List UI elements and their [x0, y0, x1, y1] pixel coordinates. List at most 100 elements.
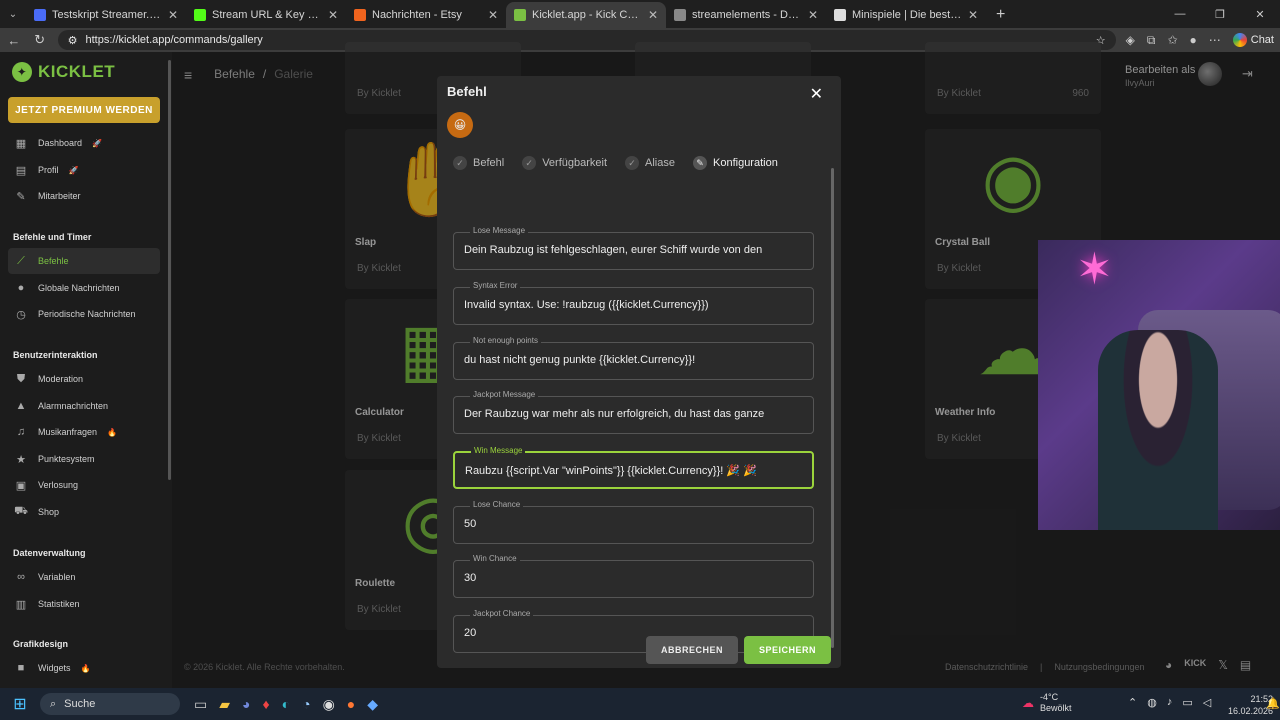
weather-widget[interactable]: ☁ -4°C Bewölkt — [1022, 692, 1072, 714]
profile-avatar-icon[interactable]: ● — [1190, 33, 1197, 47]
sidebar-item-musikanfragen[interactable]: ♫ Musikanfragen 🔥 — [8, 419, 160, 445]
field-not-enough-points[interactable]: Not enough points du hast nicht genug pun… — [453, 336, 814, 380]
sidebar-item-profil[interactable]: ▤ Profil 🚀 — [8, 157, 160, 183]
step-konfiguration[interactable]: ✎ Konfiguration — [693, 156, 778, 170]
pencil-icon: ✎ — [693, 156, 707, 170]
streamer — [1098, 330, 1218, 530]
streamerbot-icon[interactable]: ◆ — [367, 696, 378, 713]
sidebar-item-befehle[interactable]: ⟋ Befehle — [8, 248, 160, 274]
sidebar-item-globale-nachrichten[interactable]: ● Globale Nachrichten — [8, 275, 160, 301]
discord-app-icon[interactable]: ◕ — [242, 696, 250, 713]
reload-icon[interactable]: ↻ — [32, 32, 48, 48]
taskbar-search[interactable]: ⌕ Suche — [40, 693, 180, 715]
browser-tab[interactable]: Testskript Streamer.bot Kick ✕ — [26, 2, 186, 28]
emoji-icon[interactable]: 😀 — [447, 112, 473, 138]
stepper: ✓ Befehl ✓ Verfügbarkeit ✓ Aliase ✎ Konfigurati… — [453, 156, 778, 170]
step-befehl[interactable]: ✓ Befehl — [453, 156, 504, 170]
display-icon[interactable]: ▭ — [1182, 696, 1192, 709]
sidebar-item-alarmnachrichten[interactable]: ▲ Alarmnachrichten — [8, 393, 160, 419]
close-icon[interactable]: ✕ — [810, 84, 823, 104]
firefox-icon[interactable]: ● — [347, 696, 355, 713]
browser-tab[interactable]: Minispiele | Die beste Software zu ✕ — [826, 2, 986, 28]
field-lose-chance[interactable]: Lose Chance 50 — [453, 500, 814, 544]
kicklet-logo[interactable]: ✦ KICKLET — [12, 62, 115, 82]
tab-search-chevron-icon[interactable]: ⌄ — [0, 0, 26, 28]
field-win-chance[interactable]: Win Chance 30 — [453, 554, 814, 598]
field-jackpot-message[interactable]: Jackpot Message Der Raubzug war mehr als … — [453, 390, 814, 434]
field-syntax-error[interactable]: Syntax Error Invalid syntax. Use: !raubzu… — [453, 281, 814, 325]
edge-icon[interactable]: ◐ — [282, 696, 290, 713]
sidebar-item-verlosung[interactable]: ▣ Verlosung — [8, 472, 160, 498]
tab-close-icon[interactable]: ✕ — [168, 8, 178, 22]
save-button[interactable]: SPEICHERN — [744, 636, 831, 664]
sidebar-item-variablen[interactable]: ∞ Variablen — [8, 564, 160, 590]
more-icon[interactable]: ⋯ — [1209, 33, 1221, 47]
browser-tab[interactable]: Nachrichten - Etsy ✕ — [346, 2, 506, 28]
sidebar-item-shop[interactable]: ⛟ Shop — [8, 499, 160, 525]
browser-tab[interactable]: Stream URL & Key - Kick Dashboa ✕ — [186, 2, 346, 28]
sidebar-scrollbar[interactable] — [168, 60, 171, 480]
cancel-button[interactable]: ABBRECHEN — [646, 636, 738, 664]
step-label: Konfiguration — [713, 157, 778, 169]
tray-app-icon[interactable]: ◍ — [1147, 696, 1157, 709]
back-icon[interactable]: ← — [6, 33, 22, 48]
modal-scrollbar[interactable] — [831, 168, 834, 648]
staff-icon: ✎ — [16, 190, 26, 203]
field-value[interactable]: Raubzu {{script.Var "winPoints"}} {{kick… — [465, 464, 805, 477]
tab-close-icon[interactable]: ✕ — [968, 8, 978, 22]
sidebar-item-widgets[interactable]: ■ Widgets 🔥 — [8, 655, 160, 681]
neon-pentagram-icon: ✶ — [1076, 245, 1113, 294]
step-verfügbarkeit[interactable]: ✓ Verfügbarkeit — [522, 156, 607, 170]
steam-icon[interactable]: ◔ — [302, 696, 310, 713]
extension-icon[interactable]: ◈ — [1126, 33, 1135, 47]
field-value[interactable]: Dein Raubzug ist fehlgeschlagen, eurer S… — [464, 244, 804, 256]
sidebar-item-punktesystem[interactable]: ★ Punktesystem — [8, 446, 160, 472]
new-tab-button[interactable]: + — [986, 2, 1015, 28]
tab-close-icon[interactable]: ✕ — [488, 8, 498, 22]
task-view-icon[interactable]: ▭ — [194, 696, 207, 713]
puzzle-icon[interactable]: ⧉ — [1147, 33, 1156, 48]
pin-app-icon[interactable]: ♦ — [262, 696, 269, 713]
sidebar-item-periodische-nachrichten[interactable]: ◷ Periodische Nachrichten — [8, 301, 160, 327]
mic-icon[interactable]: ♪ — [1167, 696, 1173, 709]
explorer-icon[interactable]: ▰ — [219, 696, 230, 713]
sidebar-item-label: Shop — [38, 507, 60, 517]
field-label: Win Chance — [470, 554, 520, 563]
logo-mark-icon: ✦ — [12, 62, 32, 82]
tray-chevron-icon[interactable]: ⌃ — [1128, 696, 1137, 709]
close-window-icon[interactable]: ✕ — [1240, 0, 1280, 28]
dashboard-icon: ▦ — [15, 137, 27, 150]
field-lose-message[interactable]: Lose Message Dein Raubzug ist fehlgeschla… — [453, 226, 814, 270]
tab-title: Minispiele | Die beste Software zu — [852, 9, 962, 21]
notification-bell-icon[interactable]: 🔔 — [1266, 697, 1280, 710]
sidebar-item-moderation[interactable]: ⛊ Moderation — [8, 366, 160, 392]
favorites-icon[interactable]: ✩ — [1167, 33, 1177, 47]
chat-button[interactable]: Chat — [1232, 33, 1274, 47]
browser-tab[interactable]: Kicklet.app - Kick Commands ✕ — [506, 2, 666, 28]
alert-icon: ▲ — [15, 400, 27, 412]
field-value[interactable]: Der Raubzug war mehr als nur erfolgreich… — [464, 408, 804, 420]
volume-icon[interactable]: ◁ — [1203, 696, 1211, 709]
obs-icon[interactable]: ◉ — [323, 696, 335, 713]
sidebar-item-statistiken[interactable]: ▥ Statistiken — [8, 591, 160, 617]
field-value[interactable]: du hast nicht genug punkte {{kicklet.Cur… — [464, 354, 804, 366]
sidebar-item-label: Profil — [38, 165, 59, 175]
tab-close-icon[interactable]: ✕ — [808, 8, 818, 22]
site-info-icon[interactable]: ⚙ — [68, 34, 78, 47]
sidebar-item-mitarbeiter[interactable]: ✎ Mitarbeiter — [8, 183, 160, 209]
browser-tab[interactable]: streamelements - Default comman ✕ — [666, 2, 826, 28]
tab-close-icon[interactable]: ✕ — [328, 8, 338, 22]
field-win-message[interactable]: Win Message Raubzu {{script.Var "winPoint… — [453, 446, 814, 489]
tab-close-icon[interactable]: ✕ — [648, 8, 658, 22]
sidebar-item-dashboard[interactable]: ▦ Dashboard 🚀 — [8, 130, 160, 156]
step-aliase[interactable]: ✓ Aliase — [625, 156, 675, 170]
windows-start-icon[interactable]: ⊞ — [0, 694, 40, 714]
field-value[interactable]: 30 — [464, 572, 804, 584]
field-value[interactable]: Invalid syntax. Use: !raubzug ({{kicklet… — [464, 299, 804, 311]
badge-icon: 🚀 — [92, 138, 102, 148]
premium-button[interactable]: JETZT PREMIUM WERDEN — [8, 97, 160, 123]
maximize-icon[interactable]: ❐ — [1200, 0, 1240, 28]
field-value[interactable]: 50 — [464, 518, 804, 530]
minimize-icon[interactable]: — — [1160, 0, 1200, 28]
taskbar: ⊞ ⌕ Suche ▭ ▰ ◕ ♦ ◐ ◔ ◉ ● ◆ ☁ -4°C Bewölkt… — [0, 688, 1280, 720]
